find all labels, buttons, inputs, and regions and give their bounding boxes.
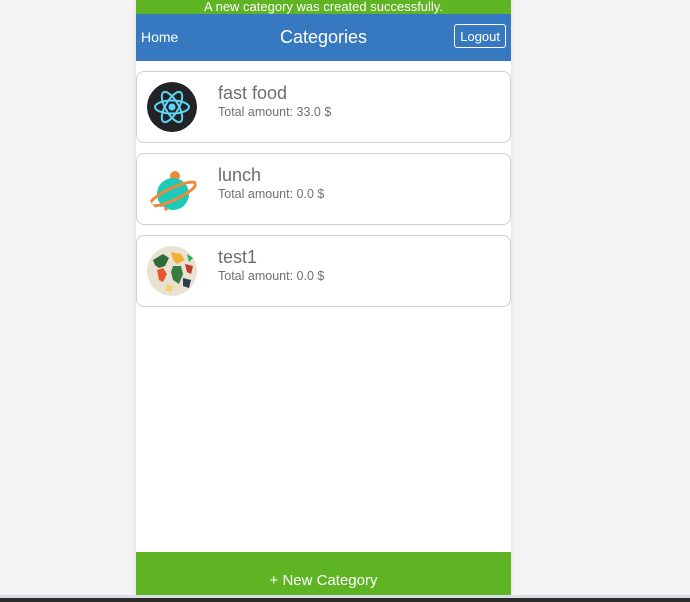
- category-name: test1: [218, 247, 258, 267]
- react-atom-icon: [147, 82, 197, 132]
- category-name: lunch: [218, 165, 262, 185]
- category-list: fast food Total amount: 33.0 $ lunch Tot…: [136, 71, 511, 317]
- taskbar-edge: [0, 598, 690, 602]
- category-name: fast food: [218, 83, 288, 103]
- logout-button[interactable]: Logout: [454, 24, 506, 48]
- app-container: A new category was created successfully.…: [136, 0, 511, 595]
- category-amount: Total amount: 0.0 $: [218, 187, 325, 201]
- category-card-test1[interactable]: test1 Total amount: 0.0 $: [136, 235, 511, 307]
- planet-icon: [147, 164, 197, 214]
- world-map-icon: [147, 246, 197, 296]
- navbar: Home Categories Logout: [136, 14, 511, 61]
- category-amount: Total amount: 0.0 $: [218, 269, 325, 283]
- new-category-button[interactable]: + New Category: [136, 552, 511, 595]
- home-link[interactable]: Home: [141, 14, 178, 61]
- flash-message: A new category was created successfully.: [204, 0, 443, 14]
- flash-notice: A new category was created successfully.: [136, 0, 511, 14]
- category-card-lunch[interactable]: lunch Total amount: 0.0 $: [136, 153, 511, 225]
- category-amount: Total amount: 33.0 $: [218, 105, 332, 119]
- category-card-fast-food[interactable]: fast food Total amount: 33.0 $: [136, 71, 511, 143]
